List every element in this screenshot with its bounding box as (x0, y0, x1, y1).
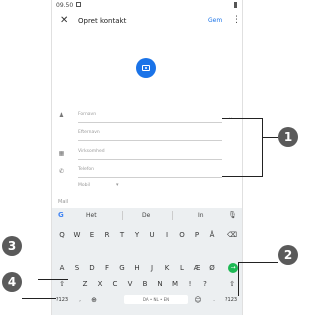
callout-3: 3 (2, 236, 22, 256)
comma-key[interactable]: , (74, 295, 86, 305)
key[interactable]: P (191, 230, 203, 240)
emoji-icon[interactable]: ☺ (192, 295, 204, 305)
key[interactable]: Z (79, 279, 91, 289)
phone-screen: 09.50 ✕ Opret kontakt Gem ⋮ ♟ Fornavn ⌄ … (51, 0, 243, 315)
key[interactable]: L (176, 263, 188, 273)
key[interactable]: J (146, 263, 158, 273)
battery-icon (234, 2, 237, 8)
key[interactable]: Ø (206, 263, 218, 273)
enter-icon[interactable]: → (228, 263, 238, 273)
close-icon[interactable]: ✕ (60, 15, 68, 27)
mail-field-peek: Mail (58, 199, 69, 205)
key[interactable]: N (154, 279, 166, 289)
person-icon: ♟ (58, 112, 65, 119)
callout-1-line (262, 118, 263, 177)
period-key[interactable]: . (208, 295, 220, 305)
more-options-icon[interactable]: ⋮ (232, 15, 241, 25)
save-button[interactable]: Gem (208, 17, 222, 24)
suggestion-divider (122, 211, 123, 220)
key[interactable]: ! (184, 279, 196, 289)
callout-4: 4 (2, 272, 22, 292)
key[interactable]: S (71, 263, 83, 273)
key[interactable]: K (161, 263, 173, 273)
key[interactable]: U (146, 230, 158, 240)
callout-2-line (238, 262, 239, 296)
last-name-field[interactable]: Efternavn (78, 128, 222, 141)
key[interactable]: ? (199, 279, 211, 289)
suggestion-strip: G Het De In 🎙 (52, 208, 242, 224)
globe-icon[interactable]: ⊕ (88, 295, 100, 305)
suggestion-divider (172, 211, 173, 220)
suggestion-3[interactable]: In (198, 212, 204, 219)
key[interactable]: Å (206, 230, 218, 240)
key[interactable]: E (86, 230, 98, 240)
key[interactable]: X (94, 279, 106, 289)
status-time: 09.50 (56, 2, 74, 9)
callout-2: 2 (278, 245, 298, 265)
first-name-field[interactable]: Fornavn (78, 110, 222, 123)
key[interactable]: H (131, 263, 143, 273)
key[interactable]: Q (56, 230, 68, 240)
suggestion-1[interactable]: Het (86, 212, 97, 219)
callout-1-line (222, 118, 248, 119)
suggestion-2[interactable]: De (142, 212, 150, 219)
symbols-key-right[interactable]: ?123 (222, 295, 240, 305)
last-name-placeholder: Efternavn (78, 130, 100, 135)
page-title: Opret kontakt (78, 17, 127, 25)
phone-type-select[interactable]: Mobil ▾ (78, 182, 119, 191)
key[interactable]: R (101, 230, 113, 240)
key[interactable]: B (139, 279, 151, 289)
phone-icon: ✆ (58, 168, 65, 175)
key[interactable]: W (71, 230, 83, 240)
callout-1-line (222, 176, 248, 177)
callout-4-line (22, 298, 56, 299)
key[interactable]: M (169, 279, 181, 289)
callout-1: 1 (278, 127, 298, 147)
shift-icon[interactable]: ⇧ (56, 279, 68, 289)
phone-field[interactable]: Telefon (78, 165, 222, 178)
callout-1-line (248, 176, 262, 177)
company-field[interactable]: Virksomhed (78, 147, 222, 160)
callout-2-line (238, 262, 278, 263)
callout-1-line (248, 118, 262, 119)
key[interactable]: I (161, 230, 173, 240)
key[interactable]: V (124, 279, 136, 289)
company-placeholder: Virksomhed (78, 149, 105, 154)
first-name-placeholder: Fornavn (78, 112, 97, 117)
dropdown-arrow-icon: ▾ (116, 182, 119, 188)
key[interactable]: C (109, 279, 121, 289)
space-bar[interactable]: DA • NL • EN (124, 295, 188, 304)
symbols-key[interactable]: ?123 (54, 295, 70, 305)
callout-1-line (262, 137, 278, 138)
camera-icon (142, 65, 150, 71)
notification-icon (76, 2, 81, 7)
key[interactable]: Æ (191, 263, 203, 273)
google-icon[interactable]: G (58, 211, 64, 219)
add-photo-button[interactable] (136, 58, 156, 78)
company-icon: ▦ (58, 150, 65, 157)
shift-icon[interactable]: ⇧ (226, 279, 238, 289)
key[interactable]: D (86, 263, 98, 273)
mic-icon[interactable]: 🎙 (228, 211, 237, 219)
key[interactable]: G (116, 263, 128, 273)
backspace-icon[interactable]: ⌫ (226, 230, 238, 240)
key[interactable]: F (101, 263, 113, 273)
callout-3-line (38, 279, 68, 280)
key[interactable]: A (56, 263, 68, 273)
app-bar: ✕ Opret kontakt Gem ⋮ (52, 11, 242, 33)
status-bar: 09.50 (52, 0, 242, 11)
key[interactable]: Y (131, 230, 143, 240)
phone-placeholder: Telefon (78, 167, 94, 172)
key[interactable]: O (176, 230, 188, 240)
keyboard: G Het De In 🎙 Q W E R T Y U I O P Å ⌫ A … (52, 208, 242, 315)
phone-type-value: Mobil (78, 183, 90, 188)
key[interactable]: T (116, 230, 128, 240)
